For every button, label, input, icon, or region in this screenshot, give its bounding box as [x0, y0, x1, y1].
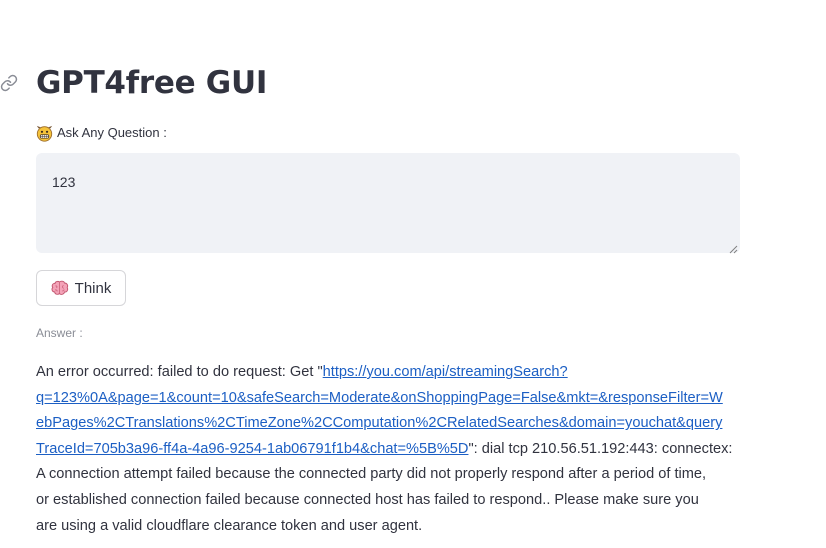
page: GPT4free GUI Ask Any Question : 123 Thin… [0, 0, 826, 548]
answer-label: Answer : [36, 326, 83, 340]
question-input[interactable]: 123 [36, 153, 740, 253]
answer-line: or established connection failed because… [36, 491, 699, 508]
answer-url-link[interactable]: ebPages%2CTranslations%2CTimeZone%2CComp… [36, 415, 722, 431]
question-input-container: 123 [36, 153, 740, 254]
answer-line: q=123%0A&page=1&count=10&safeSearch=Mode… [36, 386, 742, 412]
grimacing-face-icon [36, 125, 53, 142]
resize-handle-icon[interactable] [728, 241, 738, 254]
answer-line: A connection attempt failed because the … [36, 466, 707, 483]
think-button[interactable]: Think [36, 270, 126, 306]
answer-url-link[interactable]: https://you.com/api/streamingSearch? [323, 364, 568, 380]
brain-icon [51, 280, 69, 296]
question-label-text: Ask Any Question : [57, 125, 167, 140]
answer-text: An error occurred: failed to do request:… [36, 360, 742, 539]
link-icon[interactable] [0, 74, 18, 92]
answer-error-suffix: ": dial tcp 210.56.51.192:443: connectex… [468, 440, 733, 457]
question-label: Ask Any Question : [36, 124, 167, 142]
answer-line: are using a valid cloudflare clearance t… [36, 517, 423, 534]
think-button-label: Think [74, 279, 112, 297]
answer-error-prefix: An error occurred: failed to do request:… [36, 364, 323, 380]
answer-line: ebPages%2CTranslations%2CTimeZone%2CComp… [36, 411, 742, 437]
page-title: GPT4free GUI [36, 65, 268, 101]
answer-line: TraceId=705b3a96-ff4a-4a96-9254-1ab06791… [36, 437, 742, 463]
answer-url-link[interactable]: TraceId=705b3a96-ff4a-4a96-9254-1ab06791… [36, 441, 468, 457]
answer-line: An error occurred: failed to do request:… [36, 360, 742, 386]
answer-url-link[interactable]: q=123%0A&page=1&count=10&safeSearch=Mode… [36, 390, 723, 406]
